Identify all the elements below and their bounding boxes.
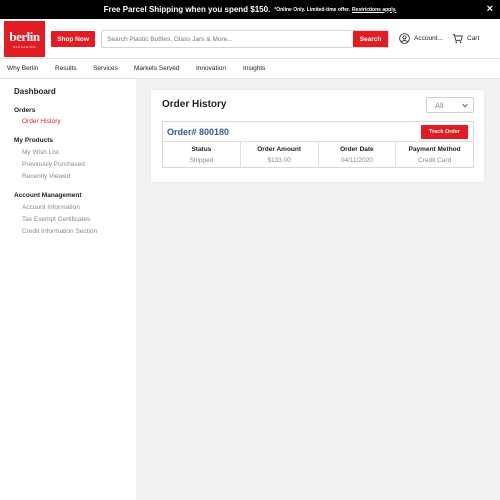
chevron-down-icon xyxy=(462,103,468,108)
promo-fine-text: *Online Only. Limited-time offer. xyxy=(274,6,351,13)
order-number-link[interactable]: Order# 800180 xyxy=(167,127,229,137)
restrictions-link[interactable]: Restrictions apply. xyxy=(352,7,396,13)
sidebar-item-previously-purchased[interactable]: Previously Purchased xyxy=(22,161,85,168)
order-date-column: Order Date 04/11/2020 xyxy=(319,142,397,168)
page-title: Order History xyxy=(162,99,227,110)
logo-subtext: PACKAGING xyxy=(12,44,36,49)
close-icon[interactable]: × xyxy=(487,3,493,15)
payment-method-value: Credit Card xyxy=(418,157,452,164)
sidebar-orders-header: Orders xyxy=(14,107,36,114)
site-header: berlin PACKAGING Shop Now Search Account… xyxy=(0,19,500,58)
order-status-value: Shipped xyxy=(189,157,214,164)
nav-services[interactable]: Services xyxy=(93,65,118,72)
account-link[interactable]: Account... xyxy=(399,32,443,45)
order-date-value: 04/11/2020 xyxy=(340,157,373,164)
main-content: Order History All Order# 800180 Track Or… xyxy=(136,79,500,500)
column-header: Status xyxy=(191,146,212,153)
order-status-column: Status Shipped xyxy=(163,142,241,168)
column-header: Order Date xyxy=(340,146,374,153)
sidebar-item-order-history[interactable]: Order History xyxy=(22,118,61,125)
promo-bar: Free Parcel Shipping when you spend $150… xyxy=(0,0,500,19)
shop-now-button[interactable]: Shop Now xyxy=(51,31,95,47)
search-input[interactable] xyxy=(102,31,354,47)
order-history-card: Order History All Order# 800180 Track Or… xyxy=(151,90,484,182)
nav-markets-served[interactable]: Markets Served xyxy=(134,65,180,72)
payment-method-column: Payment Method Credit Card xyxy=(396,142,473,168)
order-amount-column: Order Amount $133.00 xyxy=(241,142,319,168)
track-order-button[interactable]: Track Order xyxy=(421,125,468,139)
account-label: Account... xyxy=(414,35,443,42)
cart-label: Cart xyxy=(467,35,480,42)
sidebar-title[interactable]: Dashboard xyxy=(14,87,56,96)
sidebar-products-header: My Products xyxy=(14,137,54,144)
promo-message: Free Parcel Shipping when you spend $150… xyxy=(103,5,271,14)
order-filter-value: All xyxy=(435,101,444,110)
berlin-logo[interactable]: berlin PACKAGING xyxy=(4,21,45,57)
sidebar-item-credit-info[interactable]: Credit Information Section xyxy=(22,228,97,235)
account-sidebar: Dashboard Orders Order History My Produc… xyxy=(0,79,136,500)
column-header: Payment Method xyxy=(408,146,461,153)
order-amount-value: $133.00 xyxy=(267,157,291,164)
promo-fine-print: *Online Only. Limited-time offer. Restric… xyxy=(274,7,396,13)
cart-link[interactable]: Cart xyxy=(452,32,479,45)
sidebar-account-header: Account Management xyxy=(14,192,82,199)
main-nav: Why Berlin Results Services Markets Serv… xyxy=(0,58,500,79)
sidebar-item-account-information[interactable]: Account Information xyxy=(22,204,80,211)
sidebar-item-tax-exempt[interactable]: Tax Exempt Certificates xyxy=(22,216,90,223)
order-details-table: Status Shipped Order Amount $133.00 Orde… xyxy=(163,141,473,168)
sidebar-item-recently-viewed[interactable]: Recently Viewed xyxy=(22,173,70,180)
order-filter-select[interactable]: All xyxy=(426,97,474,113)
nav-insights[interactable]: Insights xyxy=(243,65,265,72)
sidebar-item-wish-list[interactable]: My Wish List xyxy=(22,149,59,156)
order-entry: Order# 800180 Track Order Status Shipped… xyxy=(162,121,474,168)
account-icon xyxy=(399,33,410,44)
column-header: Order Amount xyxy=(257,146,302,153)
logo-text: berlin xyxy=(9,28,40,44)
nav-innovation[interactable]: Innovation xyxy=(196,65,226,72)
nav-why-berlin[interactable]: Why Berlin xyxy=(7,65,38,72)
search-bar: Search xyxy=(101,30,389,48)
nav-results[interactable]: Results xyxy=(55,65,77,72)
search-button[interactable]: Search xyxy=(353,31,388,47)
cart-icon xyxy=(452,33,463,44)
